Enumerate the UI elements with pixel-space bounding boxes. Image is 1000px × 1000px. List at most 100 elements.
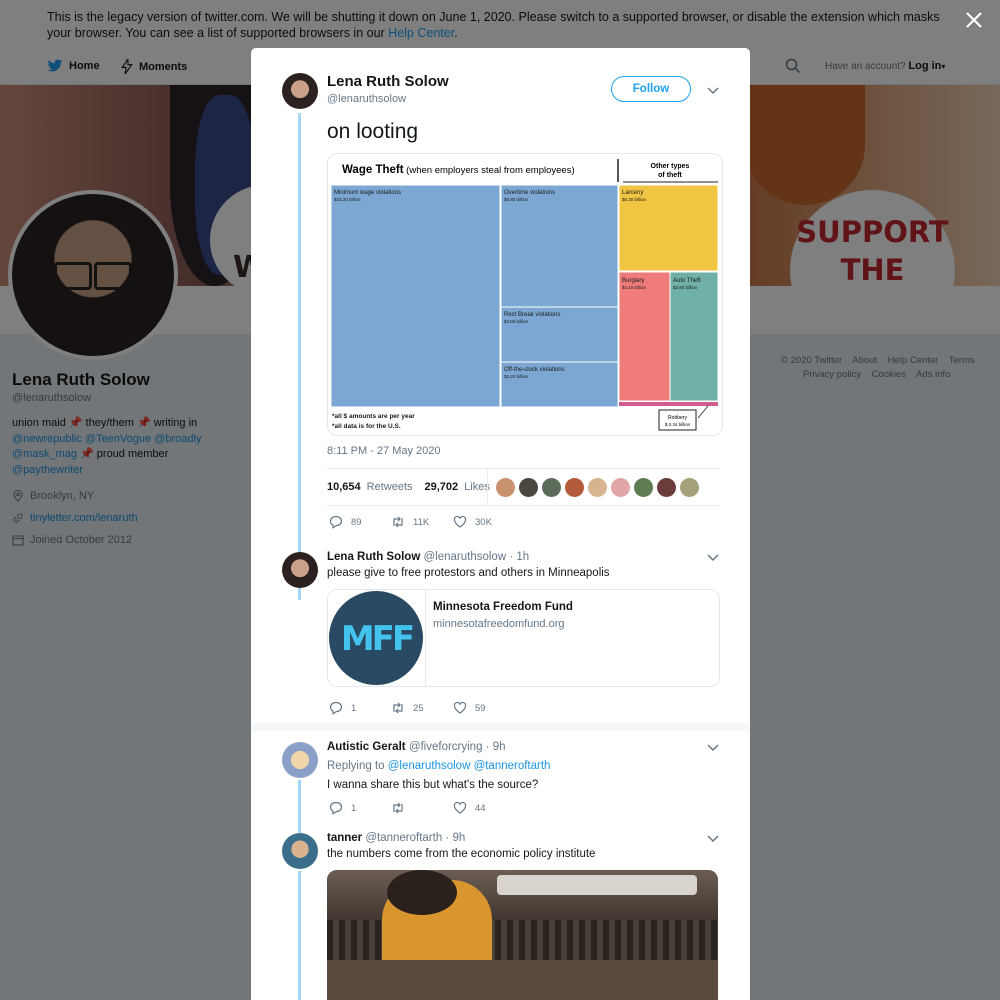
reply-button[interactable]: 1	[329, 801, 391, 815]
reply3-avatar[interactable]	[282, 833, 318, 869]
retweet-icon	[393, 702, 403, 714]
off-clock-label: Off-the-clock violations	[504, 367, 565, 373]
cell-robbery	[619, 402, 718, 406]
cell-min-wage	[330, 184, 501, 408]
treemap-title-rest: (when employers steal from employees)	[404, 165, 575, 176]
follow-button[interactable]: Follow	[611, 76, 691, 102]
burglary-label: Burglary	[622, 278, 644, 284]
liker-avatar[interactable]	[680, 478, 699, 497]
reply-icon	[329, 801, 343, 815]
kitchen-photo[interactable]	[327, 870, 718, 1000]
liker-avatars	[496, 478, 699, 497]
robbery-callout-line	[697, 405, 709, 419]
retweet-button[interactable]: 25	[391, 701, 453, 715]
liker-avatar[interactable]	[542, 478, 561, 497]
replying-to-handles[interactable]: @lenaruthsolow @tanneroftarth	[388, 760, 551, 772]
chevron-down-icon[interactable]	[707, 554, 719, 562]
heart-icon	[453, 515, 467, 528]
rest-break-label: Rest Break violations	[504, 312, 560, 318]
retweets-label: Retweets	[366, 481, 413, 493]
main-tweet-actions: 89 11K 30K	[329, 515, 515, 529]
reply-icon	[329, 701, 343, 715]
treemap-title: Wage Theft (when employers steal from em…	[342, 164, 575, 176]
reply3-name[interactable]: tanner	[327, 832, 362, 844]
reply2-meta[interactable]: @fiveforcrying · 9h	[409, 741, 506, 753]
link-card-image: MFF	[328, 590, 426, 686]
reply2-header: Autistic Geralt @fiveforcrying · 9h	[327, 741, 506, 753]
link-card[interactable]: MFF Minnesota Freedom Fund minnesotafree…	[327, 589, 720, 687]
likes-count[interactable]: 29,702	[425, 481, 459, 493]
off-clock-value: $3.20 billion	[504, 374, 529, 379]
wage-theft-image[interactable]: Wage Theft (when employers steal from em…	[327, 153, 723, 436]
liker-avatar[interactable]	[565, 478, 584, 497]
liker-avatar[interactable]	[657, 478, 676, 497]
liker-avatar[interactable]	[588, 478, 607, 497]
reply1-header: Lena Ruth Solow @lenaruthsolow · 1h	[327, 551, 529, 563]
liker-avatar[interactable]	[634, 478, 653, 497]
chevron-down-icon[interactable]	[707, 835, 719, 843]
thread-line	[298, 871, 301, 1000]
like-button[interactable]: 30K	[453, 515, 515, 529]
main-tweet-timestamp[interactable]: 8:11 PM - 27 May 2020	[327, 445, 441, 457]
retweets-count[interactable]: 10,654	[327, 481, 361, 493]
reply-icon	[329, 515, 343, 529]
reply-button[interactable]: 89	[329, 515, 391, 529]
like-count: 44	[475, 802, 486, 814]
reply3-header: tanner @tanneroftarth · 9h	[327, 832, 465, 844]
close-modal-button[interactable]	[962, 8, 986, 32]
robbery-label: Robbery	[668, 415, 687, 421]
liker-avatar[interactable]	[496, 478, 515, 497]
burglary-value: $4.10 billion	[622, 285, 647, 290]
thread-line	[298, 113, 301, 600]
cell-auto-theft	[669, 271, 719, 402]
reply1-name[interactable]: Lena Ruth Solow	[327, 551, 420, 563]
main-tweet-avatar[interactable]	[282, 73, 318, 109]
main-tweet-name[interactable]: Lena Ruth Solow	[327, 73, 449, 90]
likes-label: Likes	[464, 481, 490, 493]
heart-icon	[453, 701, 467, 714]
liker-avatar[interactable]	[519, 478, 538, 497]
retweet-button[interactable]: 11K	[391, 515, 453, 529]
robbery-value: $ 0.34 billion	[665, 422, 691, 427]
chevron-down-icon[interactable]	[707, 87, 719, 95]
main-tweet-handle[interactable]: @lenaruthsolow	[327, 93, 406, 105]
like-button[interactable]: 44	[453, 801, 515, 815]
reply-count: 1	[351, 802, 357, 814]
like-button[interactable]: 59	[453, 701, 515, 715]
photo-counter	[327, 960, 718, 1000]
replying-to: Replying to @lenaruthsolow @tanneroftart…	[327, 760, 550, 772]
reply3-meta[interactable]: @tanneroftarth · 9h	[365, 832, 465, 844]
reply-button[interactable]: 1	[329, 701, 391, 715]
close-icon	[966, 12, 982, 28]
retweet-button[interactable]	[391, 801, 453, 815]
of-theft-label: of theft	[658, 172, 682, 179]
cell-overtime	[500, 184, 619, 308]
reply1-meta[interactable]: @lenaruthsolow · 1h	[423, 551, 529, 563]
reply2-text: I wanna share this but what's the source…	[327, 779, 539, 791]
min-wage-value: $23.20 billion	[334, 197, 361, 202]
retweet-icon	[393, 802, 403, 814]
main-tweet-text: on looting	[327, 120, 419, 143]
liker-avatar[interactable]	[611, 478, 630, 497]
thread-separator	[251, 723, 750, 731]
reply2-name[interactable]: Autistic Geralt	[327, 741, 406, 753]
reply1-avatar[interactable]	[282, 552, 318, 588]
reply2-actions: 1 44	[329, 801, 515, 815]
thread-line	[298, 780, 301, 833]
chevron-down-icon[interactable]	[707, 744, 719, 752]
retweet-icon	[393, 516, 403, 528]
link-card-title: Minnesota Freedom Fund	[433, 601, 573, 613]
divider	[327, 468, 720, 469]
reply-count: 89	[351, 516, 362, 528]
note-us-data: *all data is for the U.S.	[332, 423, 401, 430]
reply1-text: please give to free protestors and other…	[327, 567, 610, 579]
mff-logo-text: MFF	[340, 619, 415, 659]
cell-burglary	[618, 271, 671, 402]
wage-theft-treemap: Wage Theft (when employers steal from em…	[330, 159, 719, 431]
treemap-title-bold: Wage Theft	[342, 164, 404, 176]
larceny-label: Larceny	[622, 190, 643, 196]
tweet-modal: Lena Ruth Solow @lenaruthsolow Follow on…	[251, 48, 750, 1000]
reply-count: 1	[351, 702, 357, 714]
overtime-value: $8.80 billion	[504, 197, 529, 202]
reply2-avatar[interactable]	[282, 742, 318, 778]
